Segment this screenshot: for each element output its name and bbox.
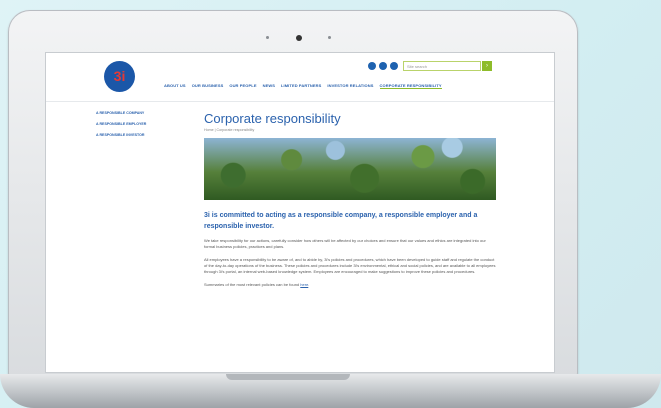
company-logo[interactable]: 3i: [104, 61, 135, 92]
main-nav: ABOUT US OUR BUSINESS OUR PEOPLE NEWS LI…: [164, 83, 442, 89]
nav-corporate-responsibility[interactable]: CORPORATE RESPONSIBILITY: [379, 83, 442, 89]
nav-investor-relations[interactable]: INVESTOR RELATIONS: [327, 83, 373, 89]
search-button[interactable]: ›: [482, 61, 492, 71]
policies-paragraph: Summaries of the most relevant policies …: [204, 282, 496, 288]
header-divider: [46, 101, 554, 102]
sidebar: A RESPONSIBLE COMPANY A RESPONSIBLE EMPL…: [96, 111, 196, 144]
laptop-base: [0, 374, 661, 408]
intro-text: 3i is committed to acting as a responsib…: [204, 212, 478, 230]
nav-our-people[interactable]: OUR PEOPLE: [229, 83, 256, 89]
body-paragraph: We take responsibility for our actions, …: [204, 238, 486, 249]
sidebar-item-responsible-company[interactable]: A RESPONSIBLE COMPANY: [96, 111, 196, 115]
linkedin-icon[interactable]: [379, 62, 387, 70]
policies-text: Summaries of the most relevant policies …: [204, 282, 301, 287]
policies-text-end: .: [308, 282, 310, 287]
sidebar-item-responsible-employer[interactable]: A RESPONSIBLE EMPLOYER: [96, 122, 196, 126]
page-title: Corporate responsibility: [204, 111, 341, 126]
browser-screen: 3i Site search › ABOUT US OUR BUSINESS O…: [46, 53, 554, 372]
twitter-icon[interactable]: [368, 62, 376, 70]
youtube-icon[interactable]: [390, 62, 398, 70]
body-paragraph: All employees have a responsibility to b…: [204, 257, 496, 274]
laptop-lid: 3i Site search › ABOUT US OUR BUSINESS O…: [8, 10, 578, 377]
search-input[interactable]: Site search: [403, 61, 481, 71]
nav-our-business[interactable]: OUR BUSINESS: [192, 83, 224, 89]
laptop-hinge-notch: [226, 374, 350, 380]
nav-news[interactable]: NEWS: [263, 83, 275, 89]
sidebar-item-responsible-investor[interactable]: A RESPONSIBLE INVESTOR: [96, 133, 196, 137]
site-header: 3i Site search › ABOUT US OUR BUSINESS O…: [46, 53, 554, 101]
nav-about-us[interactable]: ABOUT US: [164, 83, 186, 89]
breadcrumb[interactable]: Home | Corporate responsibility: [204, 128, 496, 132]
nav-limited-partners[interactable]: LIMITED PARTNERS: [281, 83, 321, 89]
trees-banner-image: [204, 138, 496, 200]
sensor-dot: [328, 36, 331, 39]
sensor-dot: [266, 36, 269, 39]
camera: [296, 35, 302, 41]
main-content: Corporate responsibility Home | Corporat…: [204, 111, 496, 295]
